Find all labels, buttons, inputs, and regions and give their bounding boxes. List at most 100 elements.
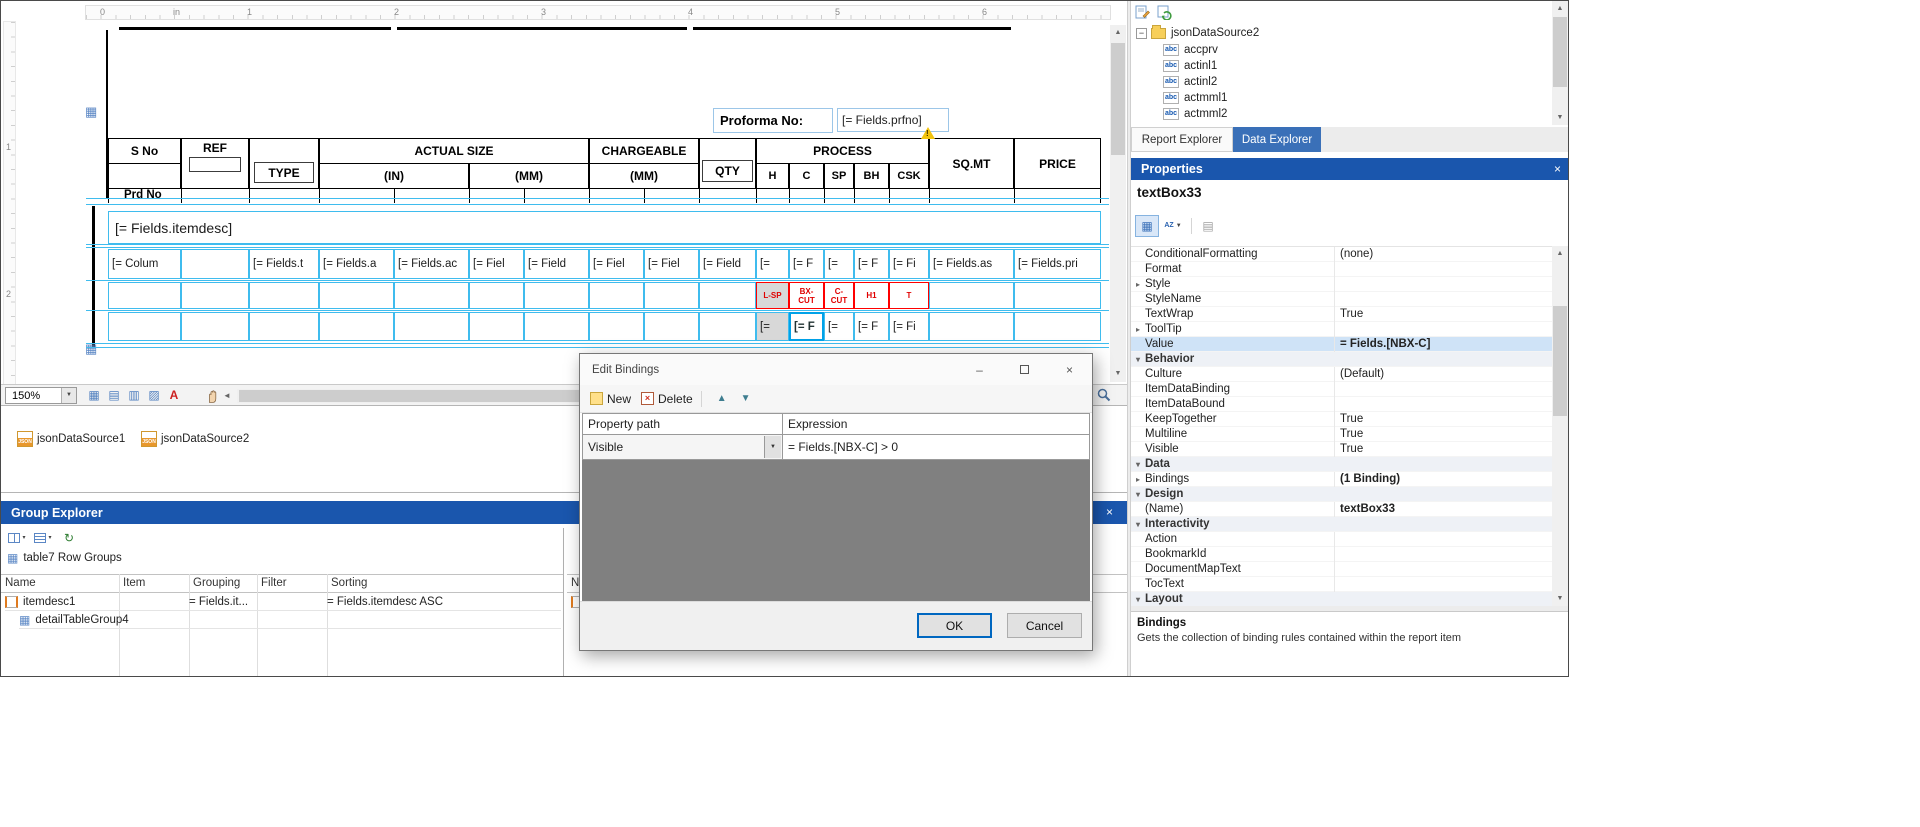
datasource-item-1[interactable]: JSON jsonDataSource1 (17, 430, 125, 448)
empty-cell[interactable] (589, 282, 644, 309)
property-value[interactable] (1334, 576, 1552, 592)
property-category-data[interactable]: ▾ Data (1131, 457, 1552, 472)
refresh-datasource-button[interactable] (1157, 4, 1173, 25)
header-cell-sqmt[interactable]: SQ.MT (929, 138, 1014, 189)
scrollbar-thumb[interactable] (1553, 306, 1567, 416)
property-value[interactable]: True (1334, 426, 1552, 442)
font-button[interactable]: A (165, 387, 183, 404)
process-label-cell[interactable]: H1 (854, 282, 889, 309)
cancel-button[interactable]: Cancel (1007, 613, 1082, 638)
table-cell[interactable] (319, 312, 394, 341)
table-cell[interactable]: [= F (854, 312, 889, 341)
property-category-design[interactable]: ▾ Design (1131, 487, 1552, 502)
property-row-itemdatabinding[interactable]: ItemDataBinding (1131, 381, 1552, 397)
table-cell[interactable]: [= Fi (889, 312, 929, 341)
empty-cell[interactable] (181, 282, 249, 309)
detail-cell[interactable]: [= F (854, 249, 889, 279)
property-value[interactable] (1334, 546, 1552, 562)
tree-field-accprv[interactable]: abc accprv (1163, 42, 1543, 58)
property-value[interactable]: True (1334, 411, 1552, 427)
group-row-detailtablegroup4[interactable]: ▦ detailTableGroup4 (19, 611, 561, 629)
column-header-filter[interactable]: Filter (261, 577, 287, 589)
scroll-up-arrow[interactable]: ▲ (1552, 1, 1568, 16)
expand-icon[interactable]: ▸ (1131, 280, 1145, 289)
table-cell[interactable] (644, 312, 699, 341)
tree-root-jsondatasource2[interactable]: − jsonDataSource2 (1136, 24, 1546, 41)
property-row-documentmaptext[interactable]: DocumentMapText (1131, 561, 1552, 577)
detail-cell[interactable]: [= Colum (108, 249, 181, 279)
property-row-bindings[interactable]: ▸ Bindings (1 Binding) (1131, 471, 1552, 487)
property-row-format[interactable]: Format (1131, 261, 1552, 277)
grid-view-button[interactable]: ▦ (85, 387, 103, 404)
itemdesc-textbox[interactable]: [= Fields.itemdesc] (108, 211, 1101, 244)
categorized-view-button[interactable]: ▦ (1135, 215, 1159, 237)
header-cell-actual-size[interactable]: ACTUAL SIZE (319, 138, 589, 164)
detail-cell[interactable]: [= Field (699, 249, 756, 279)
selected-textbox-cell[interactable]: [= F (789, 312, 824, 341)
header-cell-process-c[interactable]: C (789, 163, 824, 189)
scroll-up-arrow[interactable]: ▲ (1110, 25, 1126, 41)
zoom-select[interactable]: 150% ▼ (5, 387, 77, 404)
scroll-down-arrow[interactable]: ▼ (1110, 366, 1126, 382)
table-cell[interactable] (929, 312, 1014, 341)
table-cell[interactable] (108, 312, 181, 341)
property-category-layout[interactable]: ▾ Layout (1131, 592, 1552, 606)
detail-cell[interactable]: [= Fiel (589, 249, 644, 279)
group-row-itemdesc1[interactable]: itemdesc1 = Fields.it... = Fields.itemde… (5, 593, 561, 611)
type-textbox[interactable]: TYPE (254, 162, 314, 183)
close-icon[interactable]: × (1549, 161, 1566, 178)
empty-cell[interactable] (469, 282, 524, 309)
close-icon[interactable]: × (1101, 504, 1118, 521)
header-cell-type[interactable]: TYPE (249, 138, 319, 189)
refresh-button[interactable]: ↻ (57, 529, 81, 547)
collapse-icon[interactable]: ▾ (1131, 595, 1145, 604)
column-header-expression[interactable]: Expression (782, 413, 1090, 435)
column-header-item[interactable]: Item (123, 577, 145, 589)
scroll-left-arrow[interactable]: ◄ (223, 391, 231, 400)
header-cell-in[interactable]: (IN) (319, 163, 469, 189)
tab-data-explorer[interactable]: Data Explorer (1233, 127, 1321, 152)
property-row-visible[interactable]: Visible True (1131, 441, 1552, 457)
expand-icon[interactable]: ▸ (1131, 475, 1145, 484)
datasource-item-2[interactable]: JSON jsonDataSource2 (141, 430, 249, 448)
empty-cell[interactable] (524, 282, 589, 309)
maximize-button[interactable] (1002, 354, 1047, 385)
empty-cell[interactable] (319, 282, 394, 309)
table-select-handle-icon[interactable]: ▦ (85, 105, 97, 119)
row-handle-icon[interactable]: ▦ (85, 342, 97, 356)
close-button[interactable]: × (1047, 354, 1092, 385)
table-cell[interactable] (524, 312, 589, 341)
property-value[interactable] (1334, 261, 1552, 277)
header-cell-sno[interactable]: S No (108, 138, 181, 164)
collapse-icon[interactable]: ▾ (1131, 520, 1145, 529)
snap-lines-button[interactable]: ▤ (105, 387, 123, 404)
property-row-multiline[interactable]: Multiline True (1131, 426, 1552, 442)
property-row-action[interactable]: Action (1131, 531, 1552, 547)
property-value[interactable] (1334, 396, 1552, 412)
column-header-property-path[interactable]: Property path (582, 413, 782, 435)
property-row-name[interactable]: (Name) textBox33 (1131, 501, 1552, 517)
chevron-down-icon[interactable]: ▼ (764, 436, 781, 458)
property-row-culture[interactable]: Culture (Default) (1131, 366, 1552, 382)
property-grid-scrollbar[interactable]: ▲ ▼ (1552, 246, 1568, 606)
table-cell[interactable]: [= (756, 312, 789, 341)
empty-cell[interactable] (929, 282, 1014, 309)
header-cell-mm[interactable]: (MM) (469, 163, 589, 189)
scroll-down-arrow[interactable]: ▼ (1552, 591, 1568, 606)
collapse-icon[interactable]: − (1136, 27, 1147, 39)
move-up-button[interactable]: ▲ (717, 393, 727, 404)
view-mode-button[interactable]: ▾ (31, 529, 55, 547)
tree-field-actmml1[interactable]: abc actmml1 (1163, 90, 1543, 106)
detail-cell[interactable]: [= (824, 249, 854, 279)
table-cell[interactable]: [= (824, 312, 854, 341)
empty-cell[interactable] (699, 282, 756, 309)
header-cell-process-bh[interactable]: BH (854, 163, 889, 189)
process-label-cell[interactable]: C- CUT (824, 282, 854, 309)
property-row-keeptogether[interactable]: KeepTogether True (1131, 411, 1552, 427)
design-surface[interactable]: 0 in 1 2 3 4 5 6 12 Proforma No: [= Fields.prfn… (1, 1, 1127, 405)
snap-grid-button[interactable]: ▥ (125, 387, 143, 404)
detail-cell[interactable]: [= (756, 249, 789, 279)
tab-report-explorer[interactable]: Report Explorer (1131, 127, 1233, 152)
detail-cell[interactable]: [= Fields.pri (1014, 249, 1101, 279)
property-category-interactivity[interactable]: ▾ Interactivity (1131, 517, 1552, 532)
